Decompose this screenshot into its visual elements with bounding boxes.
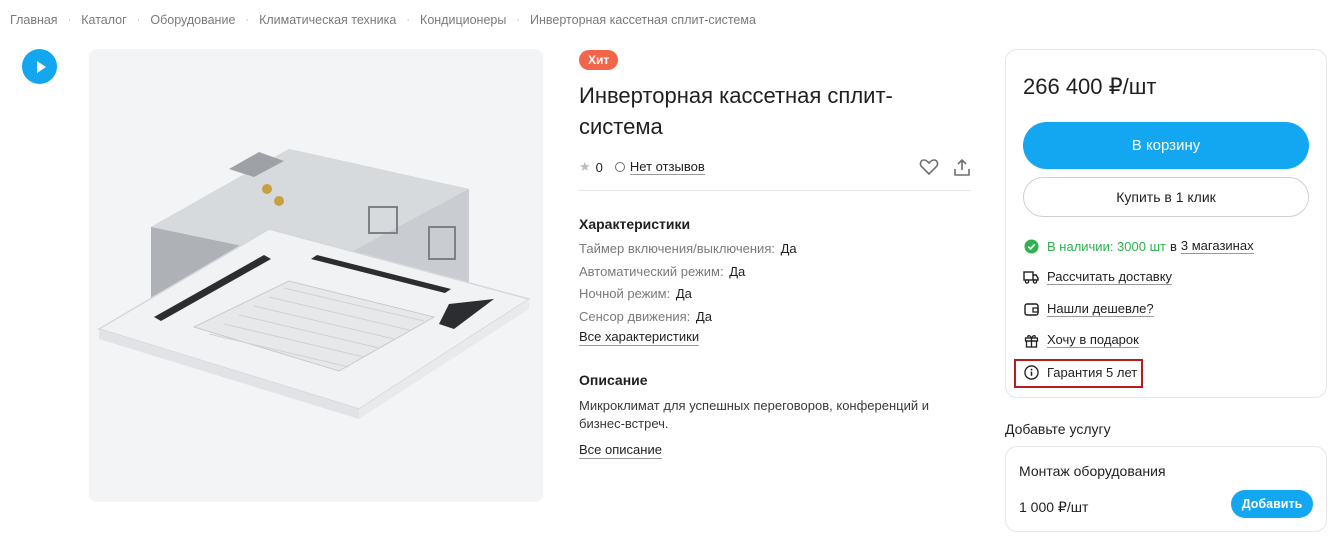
comment-icon bbox=[614, 162, 625, 172]
add-to-cart-button[interactable]: В корзину bbox=[1023, 122, 1309, 169]
service-name: Монтаж оборудования bbox=[1019, 463, 1166, 479]
delivery-row[interactable]: Рассчитать доставку bbox=[1023, 269, 1173, 285]
truck-icon bbox=[1023, 269, 1039, 285]
all-description-link[interactable]: Все описание bbox=[579, 442, 662, 459]
hit-badge: Хит bbox=[579, 50, 619, 70]
characteristic-label: Ночной режим: bbox=[579, 286, 671, 301]
service-card: Монтаж оборудования 1 000 ₽/шт Добавить bbox=[1005, 446, 1327, 532]
stock-row: В наличии: 3000 шт в 3 магазинах bbox=[1023, 238, 1254, 254]
breadcrumb: Главная · Каталог · Оборудование · Клима… bbox=[10, 13, 756, 27]
cheaper-row[interactable]: Нашли дешевле? bbox=[1023, 301, 1154, 317]
characteristic-label: Автоматический режим: bbox=[579, 263, 724, 279]
characteristic-row: Сенсор движения: Да bbox=[579, 306, 971, 329]
description-section: Описание Микроклимат для успешных перего… bbox=[579, 372, 971, 459]
characteristic-value: Да bbox=[675, 286, 692, 301]
buy-one-click-button[interactable]: Купить в 1 клик bbox=[1023, 177, 1309, 217]
characteristics-list: Таймер включения/выключения: Да Автомати… bbox=[579, 238, 971, 328]
characteristic-row: Таймер включения/выключения: Да bbox=[579, 238, 971, 261]
found-cheaper-link[interactable]: Нашли дешевле? bbox=[1047, 301, 1154, 317]
characteristic-row: Автоматический режим: Да bbox=[579, 261, 971, 284]
info-icon bbox=[1023, 364, 1039, 380]
characteristics-section: Характеристики Таймер включения/выключен… bbox=[579, 216, 971, 346]
purchase-card: 266 400 ₽/шт В корзину Купить в 1 клик В… bbox=[1005, 49, 1327, 398]
share-icon[interactable] bbox=[953, 158, 971, 177]
product-info: Хит Инверторная кассетная сплит-система … bbox=[579, 50, 971, 459]
characteristics-title: Характеристики bbox=[579, 216, 691, 232]
add-service-button[interactable]: Добавить bbox=[1231, 490, 1313, 518]
wallet-icon bbox=[1023, 301, 1039, 317]
rating-row: ★ 0 Нет отзывов bbox=[579, 156, 971, 178]
product-actions bbox=[919, 158, 971, 177]
star-icon: ★ bbox=[579, 159, 591, 174]
product-image[interactable] bbox=[89, 49, 543, 502]
gift-link[interactable]: Хочу в подарок bbox=[1047, 332, 1139, 348]
service-price: 1 000 ₽/шт bbox=[1019, 499, 1089, 515]
warranty-row: Гарантия 5 лет bbox=[1023, 364, 1137, 380]
favorite-heart-icon[interactable] bbox=[919, 158, 939, 176]
breadcrumb-separator: · bbox=[516, 14, 521, 26]
breadcrumb-separator: · bbox=[406, 14, 411, 26]
divider bbox=[579, 190, 971, 191]
characteristic-label: Сенсор движения: bbox=[579, 308, 691, 324]
warranty-text: Гарантия 5 лет bbox=[1047, 364, 1138, 380]
breadcrumb-home[interactable]: Главная bbox=[10, 13, 58, 27]
product-title: Инверторная кассетная сплит-система bbox=[579, 83, 893, 139]
breadcrumb-equipment[interactable]: Оборудование bbox=[150, 13, 235, 27]
characteristic-row: Ночной режим: Да bbox=[579, 283, 971, 306]
breadcrumb-separator: · bbox=[136, 14, 141, 26]
check-circle-icon bbox=[1023, 238, 1039, 254]
delivery-link[interactable]: Рассчитать доставку bbox=[1047, 269, 1173, 285]
play-icon bbox=[36, 60, 46, 73]
breadcrumb-current: Инверторная кассетная сплит-система bbox=[530, 13, 756, 27]
characteristic-label: Таймер включения/выключения: bbox=[579, 241, 775, 256]
add-service-title: Добавьте услугу bbox=[1005, 421, 1111, 437]
stock-in-text: в bbox=[1169, 238, 1177, 254]
all-characteristics-link[interactable]: Все характеристики bbox=[579, 329, 700, 346]
description-title: Описание bbox=[579, 372, 648, 388]
gift-row[interactable]: Хочу в подарок bbox=[1023, 332, 1139, 348]
stock-status: В наличии: 3000 шт bbox=[1047, 238, 1166, 254]
characteristic-value: Да bbox=[695, 308, 712, 324]
rating-value: 0 bbox=[595, 159, 603, 175]
reviews-link[interactable]: Нет отзывов bbox=[629, 159, 705, 175]
breadcrumb-climate[interactable]: Климатическая техника bbox=[259, 13, 396, 27]
characteristic-value: Да bbox=[729, 263, 746, 279]
stores-link[interactable]: 3 магазинах bbox=[1180, 238, 1254, 254]
characteristic-value: Да bbox=[780, 241, 797, 256]
breadcrumb-catalog[interactable]: Каталог bbox=[81, 13, 126, 27]
video-play-button[interactable] bbox=[22, 49, 57, 84]
description-text: Микроклимат для успешных переговоров, ко… bbox=[579, 398, 930, 431]
gift-icon bbox=[1023, 332, 1039, 348]
breadcrumb-conditioners[interactable]: Кондиционеры bbox=[420, 13, 506, 27]
price: 266 400 ₽/шт bbox=[1023, 74, 1157, 99]
breadcrumb-separator: · bbox=[245, 14, 250, 26]
breadcrumb-separator: · bbox=[67, 14, 72, 26]
air-conditioner-illustration bbox=[97, 149, 531, 419]
